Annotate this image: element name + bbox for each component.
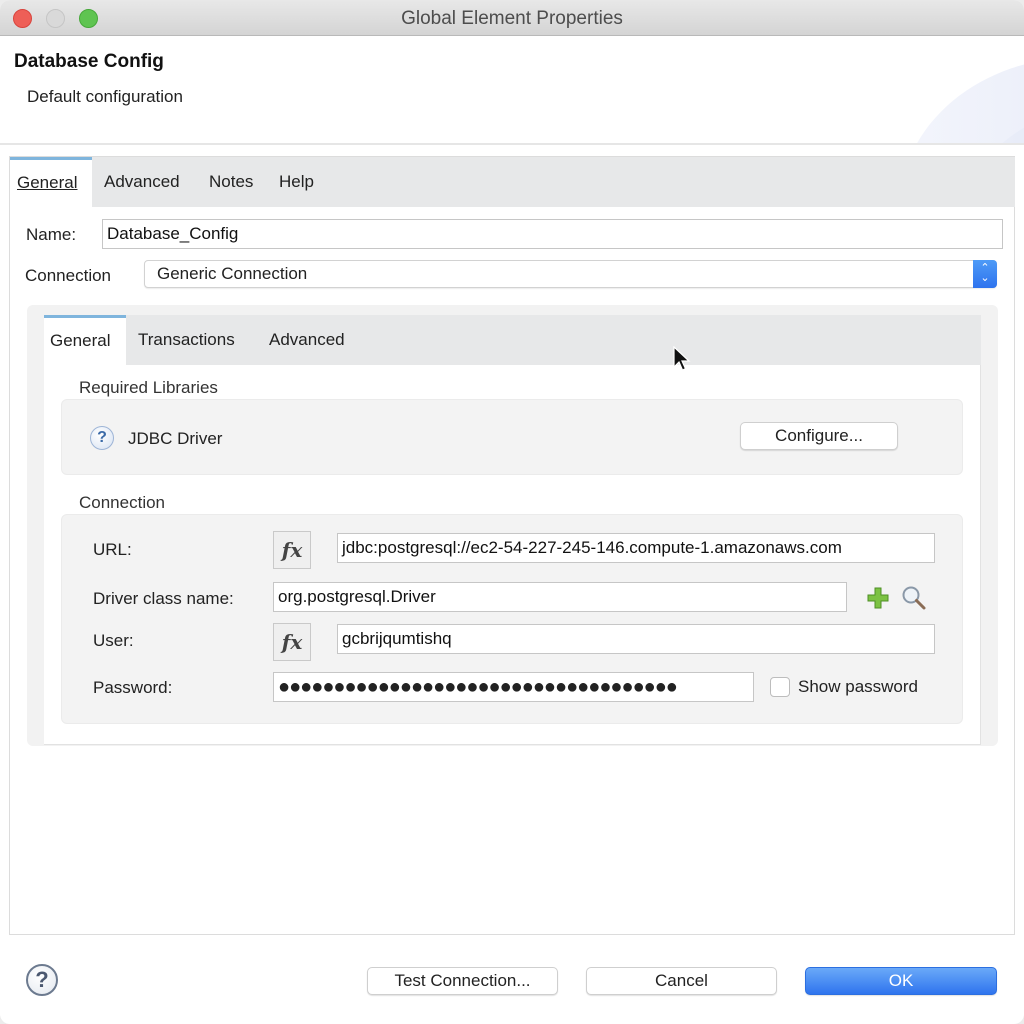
connection-type-select[interactable]: Generic Connection ⌃ ⌄ <box>144 260 997 288</box>
test-connection-button[interactable]: Test Connection... <box>367 967 558 995</box>
tab-general-label: General <box>17 173 78 192</box>
tab-advanced[interactable]: Advanced <box>104 157 180 207</box>
chevron-down-icon: ⌄ <box>980 272 990 284</box>
url-label: URL: <box>93 540 132 559</box>
dialog-help-icon[interactable]: ? <box>26 964 58 996</box>
jdbc-driver-label: JDBC Driver <box>128 429 223 448</box>
select-stepper-icon[interactable]: ⌃ ⌄ <box>973 260 997 288</box>
tab-general[interactable]: General <box>10 157 92 207</box>
show-password-label[interactable]: Show password <box>798 677 918 697</box>
search-driver-icon[interactable] <box>901 585 927 611</box>
show-password-checkbox[interactable] <box>770 677 790 697</box>
user-label: User: <box>93 631 134 650</box>
configure-button[interactable]: Configure... <box>740 422 898 450</box>
cancel-button[interactable]: Cancel <box>586 967 777 995</box>
properties-panel: General Advanced Notes Help Name: Databa… <box>9 156 1015 935</box>
page-subtitle: Default configuration <box>27 87 183 106</box>
driver-class-label: Driver class name: <box>93 589 234 608</box>
inner-tab-general[interactable]: General <box>44 315 126 365</box>
connection-type-label: Connection <box>25 266 112 285</box>
tab-help[interactable]: Help <box>279 157 314 207</box>
password-label: Password: <box>93 678 173 697</box>
main-tab-bar: General Advanced Notes Help <box>10 157 1015 207</box>
inner-tab-advanced[interactable]: Advanced <box>269 315 345 365</box>
connection-type-value: Generic Connection <box>157 264 308 283</box>
name-label: Name: <box>26 225 77 244</box>
page-title: Database Config <box>14 51 164 72</box>
banner-decoration <box>900 57 1024 143</box>
ok-button[interactable]: OK <box>805 967 997 995</box>
user-input[interactable]: gcbrijqumtishq <box>337 624 935 654</box>
dialog-window: Global Element Properties Database Confi… <box>0 0 1024 1024</box>
connection-settings-panel: General Transactions Advanced Required L… <box>27 305 998 746</box>
header-banner: Database Config Default configuration <box>0 37 1024 145</box>
help-icon[interactable]: ? <box>90 426 114 450</box>
window-title: Global Element Properties <box>401 8 623 29</box>
inner-tab-bar: General Transactions Advanced <box>44 315 981 365</box>
title-bar: Global Element Properties <box>0 0 1024 36</box>
url-expression-button[interactable]: fx <box>273 531 311 569</box>
connection-group: URL: fx jdbc:postgresql://ec2-54-227-245… <box>61 514 963 724</box>
connection-heading: Connection <box>79 493 166 512</box>
tab-notes[interactable]: Notes <box>209 157 253 207</box>
connection-settings-inner: General Transactions Advanced Required L… <box>44 315 981 745</box>
password-input[interactable]: ●●●●●●●●●●●●●●●●●●●●●●●●●●●●●●●●●●●● <box>273 672 754 702</box>
add-driver-icon[interactable] <box>867 587 889 609</box>
required-libraries-heading: Required Libraries <box>79 378 218 397</box>
driver-class-input[interactable]: org.postgresql.Driver <box>273 582 847 612</box>
inner-tab-transactions[interactable]: Transactions <box>138 315 235 365</box>
mouse-cursor-icon <box>673 346 691 371</box>
url-input[interactable]: jdbc:postgresql://ec2-54-227-245-146.com… <box>337 533 935 563</box>
name-input[interactable]: Database_Config <box>102 219 1003 249</box>
required-libraries-group: ? JDBC Driver Configure... <box>61 399 963 475</box>
user-expression-button[interactable]: fx <box>273 623 311 661</box>
